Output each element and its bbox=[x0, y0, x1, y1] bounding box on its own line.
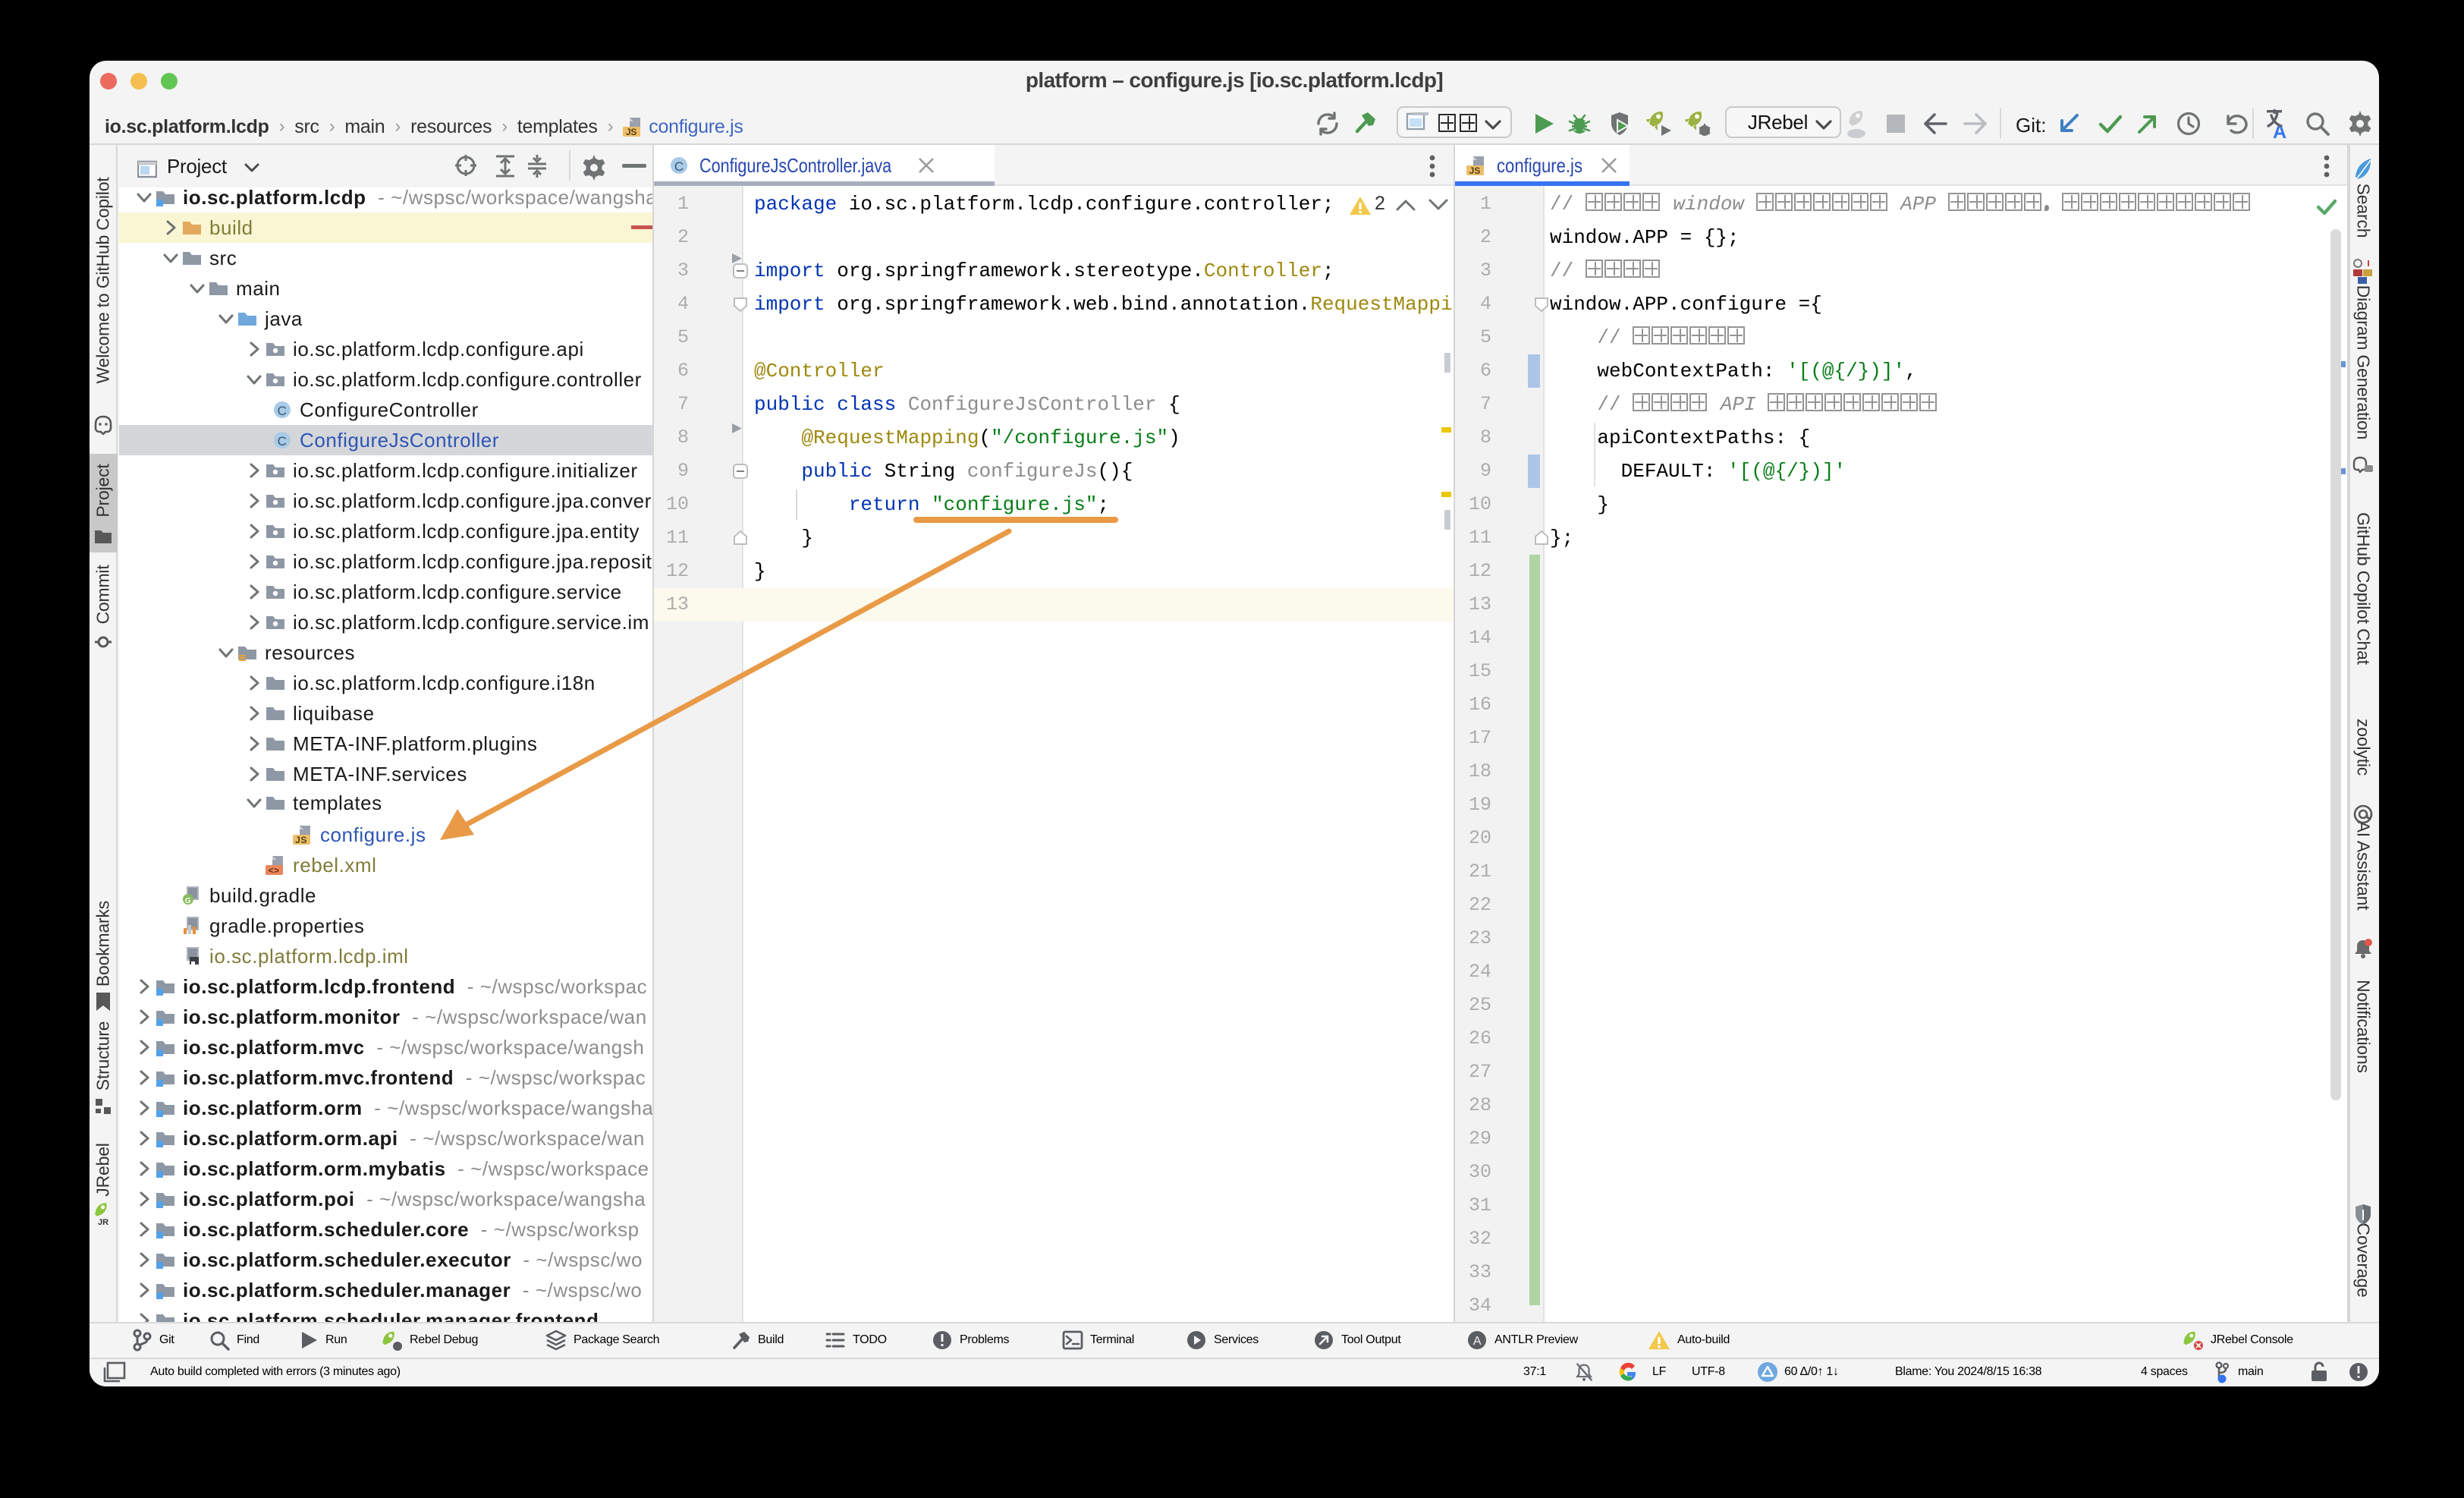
svg-text:C: C bbox=[278, 434, 288, 448]
svg-text:C: C bbox=[278, 404, 288, 418]
svg-text:JS: JS bbox=[1469, 165, 1481, 175]
svg-text:JS: JS bbox=[295, 835, 307, 845]
svg-text:JS: JS bbox=[626, 127, 636, 137]
svg-text:JR: JR bbox=[98, 1218, 108, 1226]
svg-text:A: A bbox=[1473, 1335, 1482, 1348]
svg-text:<>: <> bbox=[268, 865, 279, 875]
svg-text:G: G bbox=[185, 897, 191, 905]
svg-text:C: C bbox=[674, 159, 684, 174]
